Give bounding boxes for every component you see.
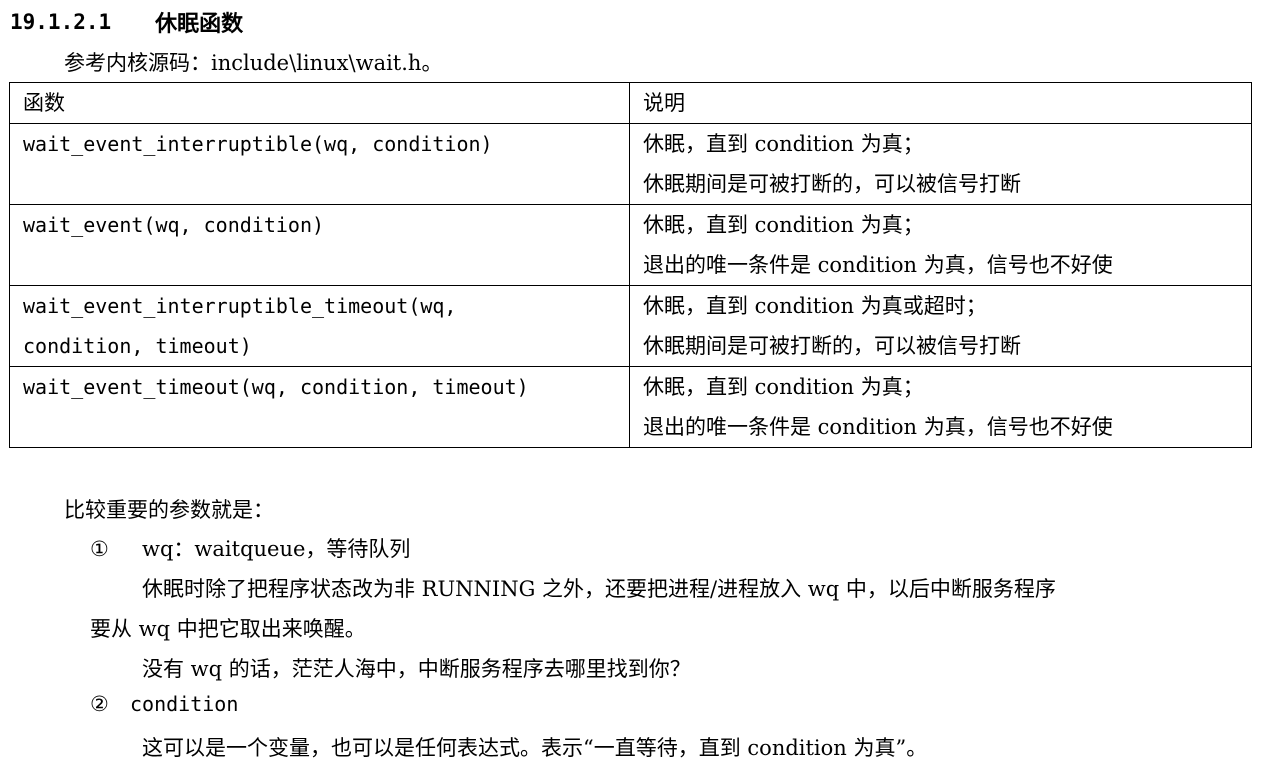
description-line: 休眠，直到 condition 为真； <box>643 375 924 399</box>
list-item: ② condition <box>90 692 238 716</box>
description-line: 休眠，直到 condition 为真； <box>643 213 924 237</box>
table-row: wait_event_interruptible_timeout(wq, con… <box>9 285 1252 367</box>
function-signature: wait_event_timeout(wq, condition, timeou… <box>23 375 529 399</box>
table-row: wait_event(wq, condition) 休眠，直到 conditio… <box>9 204 1252 286</box>
function-signature: wait_event(wq, condition) <box>23 213 325 237</box>
function-cell: wait_event_interruptible(wq, condition) <box>9 123 630 205</box>
item-paragraph: 这可以是一个变量，也可以是任何表达式。表示“一直等待，直到 condition … <box>142 736 928 760</box>
item-marker: ② <box>90 692 109 716</box>
list-item: ① wq：waitqueue，等待队列 <box>90 533 410 563</box>
table-header-row: 函数 说明 <box>9 82 1252 124</box>
header-function: 函数 <box>9 82 630 124</box>
item-paragraph: 没有 wq 的话，茫茫人海中，中断服务程序去哪里找到你？ <box>142 657 691 681</box>
description-line: 退出的唯一条件是 condition 为真，信号也不好使 <box>643 253 1113 277</box>
section-title: 休眠函数 <box>155 12 244 37</box>
document-page: 19.1.2.1 休眠函数 参考内核源码：include\linux\wait.… <box>0 0 1268 771</box>
description-line: 休眠期间是可被打断的，可以被信号打断 <box>643 172 1021 196</box>
description-cell: 休眠，直到 condition 为真； 退出的唯一条件是 condition 为… <box>629 204 1252 286</box>
function-cell: wait_event_timeout(wq, condition, timeou… <box>9 366 630 448</box>
item-paragraph-cont: 要从 wq 中把它取出来唤醒。 <box>90 617 366 641</box>
description-cell: 休眠，直到 condition 为真或超时； 休眠期间是可被打断的，可以被信号打… <box>629 285 1252 367</box>
function-signature: wait_event_interruptible(wq, condition) <box>23 132 493 156</box>
description-line: 休眠，直到 condition 为真或超时； <box>643 294 987 318</box>
function-signature-cont: condition, timeout) <box>23 334 252 358</box>
function-cell: wait_event_interruptible_timeout(wq, con… <box>9 285 630 367</box>
item-title: wq：waitqueue，等待队列 <box>142 537 411 561</box>
intro-text: 比较重要的参数就是： <box>64 498 274 522</box>
item-paragraph: 休眠时除了把程序状态改为非 RUNNING 之外，还要把进程/进程放入 wq 中… <box>142 577 1056 601</box>
section-heading: 19.1.2.1 休眠函数 <box>10 6 243 38</box>
item-title: condition <box>130 692 239 716</box>
sleep-function-table: 函数 说明 wait_event_interruptible(wq, condi… <box>9 82 1252 448</box>
table-row: wait_event_interruptible(wq, condition) … <box>9 123 1252 205</box>
function-signature: wait_event_interruptible_timeout(wq, <box>23 294 457 318</box>
section-number: 19.1.2.1 <box>10 10 112 34</box>
description-cell: 休眠，直到 condition 为真； 退出的唯一条件是 condition 为… <box>629 366 1252 448</box>
function-cell: wait_event(wq, condition) <box>9 204 630 286</box>
description-cell: 休眠，直到 condition 为真； 休眠期间是可被打断的，可以被信号打断 <box>629 123 1252 205</box>
description-line: 退出的唯一条件是 condition 为真，信号也不好使 <box>643 415 1113 439</box>
description-line: 休眠，直到 condition 为真； <box>643 132 924 156</box>
description-line: 休眠期间是可被打断的，可以被信号打断 <box>643 334 1021 358</box>
source-reference: 参考内核源码：include\linux\wait.h。 <box>64 51 443 75</box>
item-marker: ① <box>90 537 109 561</box>
header-description: 说明 <box>629 82 1252 124</box>
table-row: wait_event_timeout(wq, condition, timeou… <box>9 366 1252 448</box>
